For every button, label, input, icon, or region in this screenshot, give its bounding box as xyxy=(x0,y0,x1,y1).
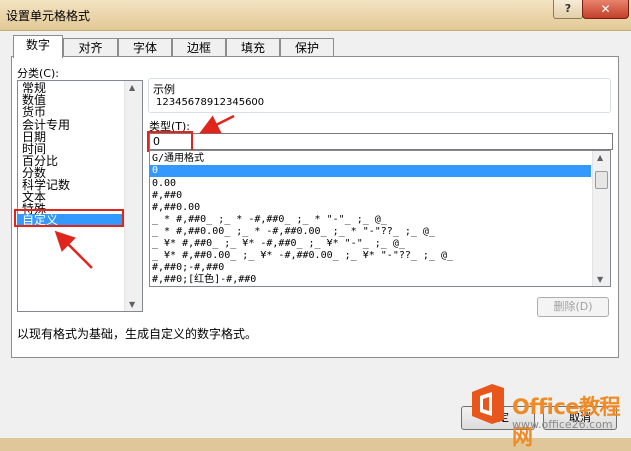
office-logo-icon xyxy=(472,384,504,424)
arrow-to-custom-category xyxy=(54,230,93,269)
annotation-arrows xyxy=(54,114,235,269)
arrow-to-type-input xyxy=(199,114,235,134)
tab-number[interactable]: 数字 xyxy=(13,35,63,58)
format-cells-dialog: 设置单元格格式 ? ✕ 数字 对齐 字体 边框 填充 保护 分类(C): 常规 … xyxy=(0,0,631,449)
watermark-url: www.office26.com xyxy=(512,418,613,431)
